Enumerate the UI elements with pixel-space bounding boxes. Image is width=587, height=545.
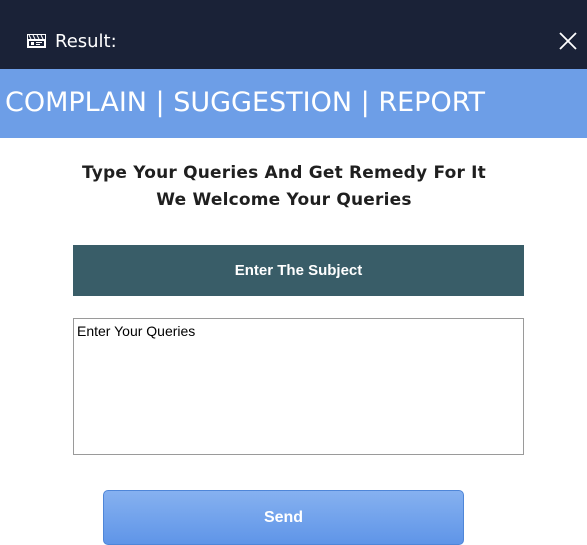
page-header: COMPLAIN | SUGGESTION | REPORT [0,69,587,138]
film-clapper-icon [27,33,46,48]
intro-line-2: We Welcome Your Queries [156,190,412,210]
page-title: COMPLAIN | SUGGESTION | REPORT [5,87,485,118]
window-titlebar: Result: [0,0,587,69]
close-icon[interactable] [555,28,581,54]
subject-input[interactable]: Enter The Subject [73,245,524,296]
send-button[interactable]: Send [103,490,464,545]
window-title: Result: [55,31,117,52]
intro-line-1: Type Your Queries And Get Remedy For It [81,163,487,183]
queries-textarea[interactable]: Enter Your Queries [73,318,524,455]
intro-text: Type Your Queries And Get Remedy For It … [0,160,568,214]
